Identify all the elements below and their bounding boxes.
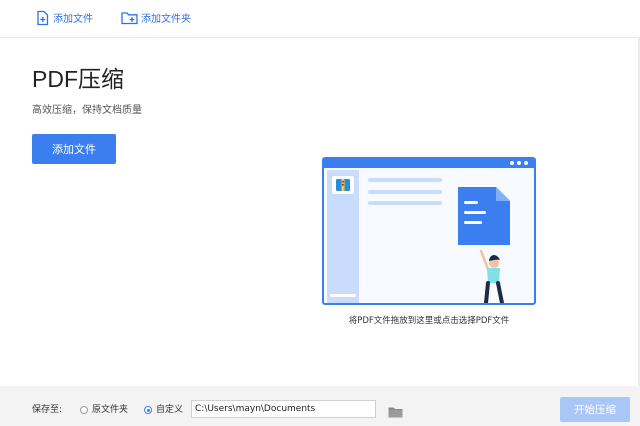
archive-icon [332,176,354,194]
add-file-toolbar-label: 添加文件 [53,14,93,25]
radio-original-folder[interactable]: 原文件夹 [80,404,128,416]
file-plus-icon [36,10,50,30]
page-title: PDF压缩 [32,66,124,92]
radio-custom-dot[interactable] [144,406,152,414]
pdf-compress-window: 添加文件 添加文件夹 PDF压缩 高效压缩，保持文档质量 添加文件 将PDF文件… [0,0,640,426]
illustration-titlebar [324,159,534,168]
folder-icon [388,403,403,422]
add-file-toolbar-button[interactable]: 添加文件 [36,10,93,30]
radio-custom-folder[interactable]: 自定义 [144,404,183,416]
document-person-icon [458,187,510,303]
add-folder-toolbar-button[interactable]: 添加文件夹 [121,10,191,29]
folder-plus-icon [121,10,138,29]
drop-zone-illustration [322,157,536,305]
start-compress-button[interactable]: 开始压缩 [560,397,630,422]
add-folder-toolbar-label: 添加文件夹 [141,13,191,25]
browse-folder-button[interactable] [388,403,403,422]
output-path-input[interactable] [191,400,376,418]
add-file-button[interactable]: 添加文件 [32,134,116,164]
radio-original-dot[interactable] [80,406,88,414]
illustration-sidebar [327,170,359,303]
page-subtitle: 高效压缩，保持文档质量 [32,105,142,116]
radio-original-label: 原文件夹 [92,405,129,415]
file-drop-zone[interactable]: 将PDF文件拖放到这里或点击选择PDF文件 [322,157,536,327]
save-to-label: 保存至: [32,405,63,415]
drop-zone-hint: 将PDF文件拖放到这里或点击选择PDF文件 [348,316,510,326]
radio-custom-label: 自定义 [156,405,184,415]
top-toolbar: 添加文件 添加文件夹 [0,0,640,38]
